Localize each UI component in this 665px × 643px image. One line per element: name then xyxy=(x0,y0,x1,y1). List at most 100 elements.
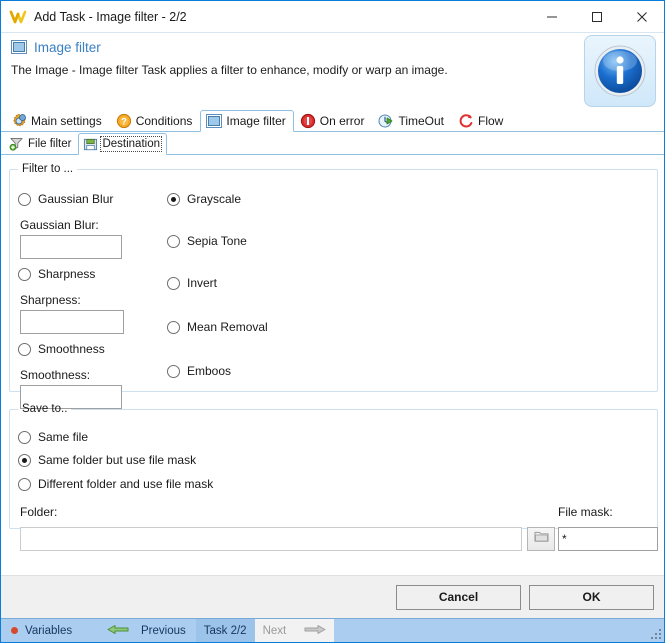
arrow-right-icon xyxy=(304,624,326,638)
tab-label: TimeOut xyxy=(398,114,444,128)
window-title: Add Task - Image filter - 2/2 xyxy=(34,10,529,24)
previous-button[interactable]: Previous xyxy=(101,619,196,642)
radio-grayscale[interactable]: Grayscale xyxy=(167,192,241,206)
red-dot-icon xyxy=(11,627,18,634)
radio-dot xyxy=(18,193,31,206)
sharpness-input[interactable] xyxy=(20,310,124,334)
radio-label: Sepia Tone xyxy=(187,234,247,248)
info-icon xyxy=(584,35,656,107)
radio-label: Emboos xyxy=(187,364,231,378)
previous-label: Previous xyxy=(141,625,186,637)
vtask-logo-icon xyxy=(9,8,27,26)
label-gaussian-blur: Gaussian Blur: xyxy=(20,218,99,232)
save-to-group: Save to.. Same file Same folder but use … xyxy=(9,403,658,529)
svg-text:?: ? xyxy=(121,116,127,126)
radio-label: Smoothness xyxy=(38,342,105,356)
radio-label: Same file xyxy=(38,430,88,444)
next-label: Next xyxy=(263,625,287,637)
subtab-file-filter[interactable]: File filter xyxy=(4,132,78,154)
radio-label: Sharpness xyxy=(38,267,95,281)
file-mask-label: File mask: xyxy=(558,505,613,519)
minimize-button[interactable] xyxy=(529,1,574,32)
file-mask-input[interactable] xyxy=(558,527,658,551)
radio-dot xyxy=(167,277,180,290)
status-bar: Variables Previous Task 2/2 Next xyxy=(1,618,664,642)
funnel-add-icon xyxy=(9,136,24,151)
radio-dot xyxy=(18,454,31,467)
folder-icon xyxy=(534,529,549,549)
filter-group-legend: Filter to ... xyxy=(18,163,77,175)
destination-page: Filter to ... Gaussian Blur Gaussian Blu… xyxy=(1,155,664,575)
gaussian-blur-input[interactable] xyxy=(20,235,122,259)
radio-dot xyxy=(18,478,31,491)
tab-timeout[interactable]: TimeOut xyxy=(372,109,452,131)
radio-dot xyxy=(18,268,31,281)
radio-dot xyxy=(18,431,31,444)
radio-gaussian-blur[interactable]: Gaussian Blur xyxy=(18,192,113,206)
ok-button[interactable]: OK xyxy=(529,585,654,610)
variables-button[interactable]: Variables xyxy=(1,619,101,642)
radio-same-folder-file-mask[interactable]: Same folder but use file mask xyxy=(18,453,196,467)
tab-main-settings[interactable]: Main settings xyxy=(5,109,110,131)
page-description: The Image - Image filter Task applies a … xyxy=(11,63,664,77)
subtab-label: File filter xyxy=(28,138,71,150)
tab-label: Image filter xyxy=(226,114,285,128)
dialog-footer: Cancel OK xyxy=(1,575,664,618)
label-smoothness: Smoothness: xyxy=(20,368,90,382)
tab-conditions[interactable]: ? Conditions xyxy=(110,109,201,131)
maximize-button[interactable] xyxy=(574,1,619,32)
radio-sepia-tone[interactable]: Sepia Tone xyxy=(167,234,247,248)
next-button[interactable]: Next xyxy=(255,619,335,642)
tab-label: On error xyxy=(320,114,365,128)
radio-dot xyxy=(167,365,180,378)
image-filter-icon xyxy=(11,39,27,55)
tab-flow[interactable]: Flow xyxy=(452,109,511,131)
tab-image-filter[interactable]: Image filter xyxy=(200,110,293,132)
radio-label: Gaussian Blur xyxy=(38,192,113,206)
save-group-legend: Save to.. xyxy=(18,403,71,415)
folder-label: Folder: xyxy=(20,505,57,519)
folder-input[interactable] xyxy=(20,527,522,551)
radio-label: Invert xyxy=(187,276,217,290)
subtab-label: Destination xyxy=(102,138,160,150)
radio-sharpness[interactable]: Sharpness xyxy=(18,267,95,281)
gear-icon xyxy=(11,113,27,129)
task-indicator: Task 2/2 xyxy=(196,619,255,642)
radio-dot xyxy=(167,235,180,248)
title-bar: Add Task - Image filter - 2/2 xyxy=(1,1,664,33)
radio-different-folder-file-mask[interactable]: Different folder and use file mask xyxy=(18,477,213,491)
radio-label: Same folder but use file mask xyxy=(38,453,196,467)
browse-folder-button[interactable] xyxy=(527,527,555,551)
radio-dot xyxy=(167,193,180,206)
tab-label: Main settings xyxy=(31,114,102,128)
radio-smoothness[interactable]: Smoothness xyxy=(18,342,105,356)
radio-invert[interactable]: Invert xyxy=(167,276,217,290)
resize-grip-icon[interactable] xyxy=(650,628,662,640)
radio-mean-removal[interactable]: Mean Removal xyxy=(167,320,268,334)
image-filter-icon xyxy=(206,113,222,129)
label-sharpness: Sharpness: xyxy=(20,293,81,307)
page-title: Image filter xyxy=(34,40,101,55)
radio-label: Grayscale xyxy=(187,192,241,206)
radio-label: Mean Removal xyxy=(187,320,268,334)
arrow-left-icon xyxy=(107,624,129,638)
radio-dot xyxy=(167,321,180,334)
add-task-dialog: Add Task - Image filter - 2/2 Image filt… xyxy=(0,0,665,643)
cancel-button[interactable]: Cancel xyxy=(396,585,521,610)
variables-label: Variables xyxy=(25,625,72,637)
main-tab-strip: Main settings ? Conditions Image filter xyxy=(1,109,664,132)
radio-label: Different folder and use file mask xyxy=(38,477,213,491)
save-disk-icon xyxy=(83,137,98,152)
header-title-row: Image filter xyxy=(11,39,664,55)
flow-icon xyxy=(458,113,474,129)
radio-same-file[interactable]: Same file xyxy=(18,430,88,444)
radio-emboos[interactable]: Emboos xyxy=(167,364,231,378)
tab-label: Conditions xyxy=(136,114,193,128)
error-icon xyxy=(300,113,316,129)
timeout-icon xyxy=(378,113,394,129)
filter-group: Filter to ... Gaussian Blur Gaussian Blu… xyxy=(9,163,658,392)
tab-label: Flow xyxy=(478,114,503,128)
subtab-destination[interactable]: Destination xyxy=(78,133,167,155)
tab-on-error[interactable]: On error xyxy=(294,109,373,131)
close-button[interactable] xyxy=(619,1,664,32)
